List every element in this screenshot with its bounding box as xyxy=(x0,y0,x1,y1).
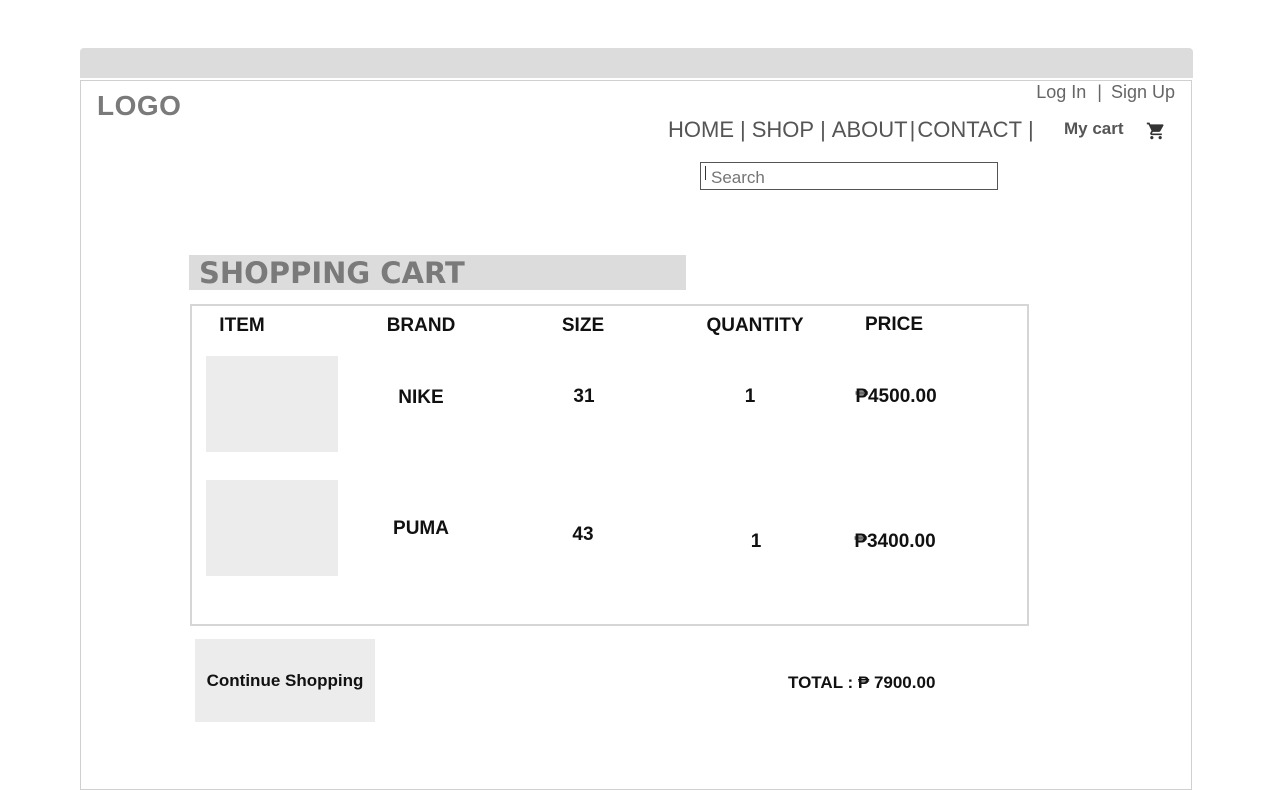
cart-row-price: ₱4500.00 xyxy=(855,386,937,407)
signup-link[interactable]: Sign Up xyxy=(1111,82,1175,102)
main-nav: HOME | SHOP | ABOUT|CONTACT | xyxy=(668,117,1040,143)
cart-row-quantity[interactable]: 1 xyxy=(751,531,762,553)
nav-item-about[interactable]: ABOUT xyxy=(832,117,908,142)
page-title: SHOPPING CART xyxy=(189,255,686,290)
nav-separator: | xyxy=(1028,117,1034,142)
column-header-size: SIZE xyxy=(561,315,605,336)
column-header-item: ITEM xyxy=(219,315,265,336)
cart-row-brand: PUMA xyxy=(393,518,449,539)
column-header-quantity: QUANTITY xyxy=(706,315,804,336)
search-input[interactable] xyxy=(700,162,998,190)
column-header-price: PRICE xyxy=(864,314,924,335)
nav-separator: | xyxy=(909,117,916,142)
nav-item-shop[interactable]: SHOP xyxy=(752,117,814,142)
my-cart-link[interactable]: My cart xyxy=(1064,119,1124,139)
cart-row-price: ₱3400.00 xyxy=(854,531,936,552)
login-link[interactable]: Log In xyxy=(1036,82,1086,102)
shopping-cart-icon[interactable] xyxy=(1146,121,1166,141)
column-header-brand: BRAND xyxy=(386,315,456,336)
nav-separator: | xyxy=(740,117,746,142)
cart-row-size: 31 xyxy=(573,386,595,407)
auth-links: Log In | Sign Up xyxy=(1036,82,1175,103)
cart-total: TOTAL : ₱ 7900.00 xyxy=(788,673,936,692)
cart-table xyxy=(190,304,1029,626)
nav-item-home[interactable]: HOME xyxy=(668,117,734,142)
nav-separator: | xyxy=(820,117,826,142)
product-image[interactable] xyxy=(206,480,338,576)
cart-row-quantity[interactable]: 1 xyxy=(745,386,756,408)
browser-top-bar xyxy=(80,48,1193,78)
continue-shopping-button[interactable]: Continue Shopping xyxy=(195,639,375,722)
text-cursor-icon xyxy=(705,166,706,180)
cart-row-brand: NIKE xyxy=(398,387,444,408)
nav-item-contact[interactable]: CONTACT xyxy=(917,117,1022,142)
cart-row-size: 43 xyxy=(572,524,594,545)
product-image[interactable] xyxy=(206,356,338,452)
logo[interactable]: LOGO xyxy=(97,90,181,122)
auth-separator: | xyxy=(1097,82,1102,102)
